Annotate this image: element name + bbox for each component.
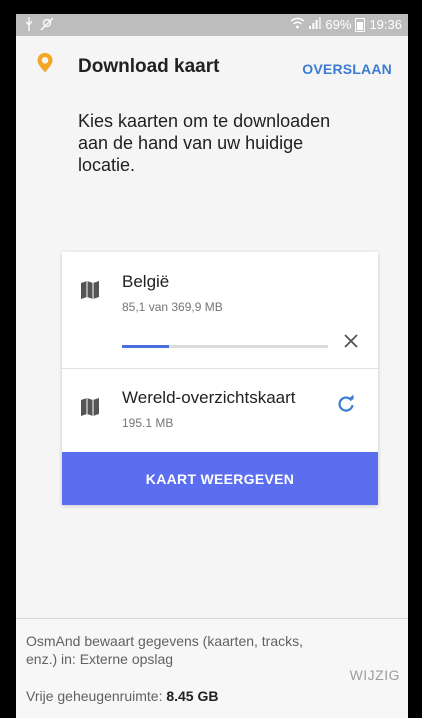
page-title: Download kaart [78,56,220,77]
osmand-pin-icon [36,52,54,79]
location-off-icon [40,17,54,34]
status-bar: 69% 19:36 [16,14,408,36]
free-space-label: Vrije geheugenruimte: [26,688,167,704]
map-size: 195.1 MB [122,416,174,430]
map-icon [80,280,100,305]
clock: 19:36 [369,17,402,32]
signal-icon [309,17,322,32]
divider [62,368,378,369]
storage-info: OsmAnd bewaart gegevens (kaarten, tracks… [26,633,304,667]
download-progress-bar [122,345,328,348]
map-name: België [122,272,170,291]
storage-footer: OsmAnd bewaart gegevens (kaarten, tracks… [16,618,408,718]
wifi-icon [290,17,305,32]
screen: 69% 19:36 Download kaart OVERSLAAN Kies … [16,14,408,718]
phone-frame: 69% 19:36 Download kaart OVERSLAAN Kies … [0,0,422,718]
free-space: Vrije geheugenruimte: 8.45 GB [26,688,218,704]
intro-text: Kies kaarten om te downloaden aan de han… [78,111,331,175]
change-storage-button[interactable]: WIJZIG [350,667,400,683]
download-progress-fill [122,345,170,348]
map-download-card: België 85,1 van 369,9 MB Wereld-overzich… [62,252,378,505]
map-name: Wereld-overzichtskaart [122,388,296,407]
map-download-size: 85,1 van 369,9 MB [122,300,223,314]
free-space-value: 8.45 GB [166,688,219,704]
usb-icon [24,17,34,34]
battery-icon [355,17,366,32]
skip-button[interactable]: OVERSLAAN [302,61,392,77]
refresh-icon[interactable] [336,394,356,419]
battery-percentage: 69% [325,17,352,32]
show-map-button[interactable]: KAART WEERGEVEN [62,452,378,505]
map-icon [80,397,100,422]
close-icon[interactable] [342,332,360,355]
